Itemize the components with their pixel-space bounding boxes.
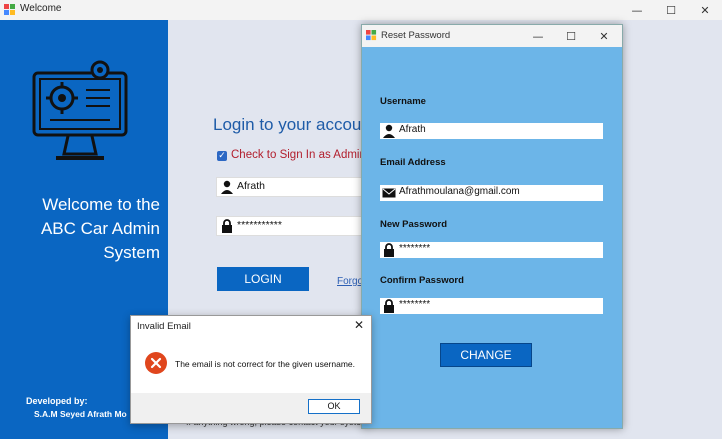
app-icon xyxy=(4,4,15,15)
welcome-text: Welcome to the ABC Car Admin System xyxy=(40,195,160,262)
email-label: Email Address xyxy=(380,157,446,168)
lock-icon xyxy=(384,299,394,313)
dialog-close-button[interactable]: ✕ xyxy=(351,318,367,332)
main-titlebar: Welcome — ☐ ✕ xyxy=(0,0,722,20)
developed-by-label: Developed by: xyxy=(26,396,88,406)
forgot-password-link[interactable]: Forgo xyxy=(337,276,363,287)
admin-check-label[interactable]: Check to Sign In as Admin xyxy=(231,149,366,161)
error-icon xyxy=(145,352,167,374)
confirm-password-label: Confirm Password xyxy=(380,275,464,286)
password-value: *********** xyxy=(237,219,282,231)
confirm-password-field[interactable]: ******** xyxy=(380,298,603,314)
reset-username-field[interactable]: Afrath xyxy=(380,123,603,139)
invalid-email-dialog: Invalid Email ✕ The email is not correct… xyxy=(130,315,372,424)
password-field[interactable]: *********** xyxy=(216,216,378,236)
new-password-label: New Password xyxy=(380,219,448,230)
email-value: Afrathmoulana@gmail.com xyxy=(399,186,520,197)
maximize-button[interactable]: ☐ xyxy=(654,0,688,20)
confirm-password-value: ******** xyxy=(399,299,431,310)
minimize-button[interactable]: — xyxy=(620,0,654,20)
lock-icon xyxy=(222,219,232,233)
reset-close-button[interactable]: ✕ xyxy=(590,27,618,45)
dialog-message: The email is not correct for the given u… xyxy=(175,359,355,369)
new-password-field[interactable]: ******** xyxy=(380,242,603,258)
main-window-title: Welcome xyxy=(20,3,62,14)
reset-username-value: Afrath xyxy=(399,124,426,135)
app-icon xyxy=(366,30,377,41)
change-button[interactable]: CHANGE xyxy=(440,343,532,367)
ok-button[interactable]: OK xyxy=(308,399,360,414)
developer-name: S.A.M Seyed Afrath Mo xyxy=(34,409,127,419)
reset-titlebar: Reset Password — ☐ ✕ xyxy=(362,25,622,47)
user-icon xyxy=(221,180,233,194)
email-field[interactable]: Afrathmoulana@gmail.com xyxy=(380,185,603,201)
new-password-value: ******** xyxy=(399,243,431,254)
reset-password-window: Reset Password — ☐ ✕ Username Afrath Ema… xyxy=(361,24,623,429)
reset-window-title: Reset Password xyxy=(381,30,451,41)
login-button[interactable]: LOGIN xyxy=(217,267,309,291)
dialog-title: Invalid Email xyxy=(137,321,191,332)
close-button[interactable]: ✕ xyxy=(688,0,722,20)
login-title: Login to your accou xyxy=(213,115,362,134)
lock-icon xyxy=(384,243,394,257)
reset-maximize-button[interactable]: ☐ xyxy=(557,27,585,45)
username-field[interactable]: Afrath xyxy=(216,177,378,197)
username-value: Afrath xyxy=(237,180,266,192)
envelope-icon xyxy=(382,188,396,198)
admin-checkbox[interactable]: ✓ xyxy=(217,151,227,161)
dialog-footer: OK xyxy=(131,393,371,423)
computer-gear-icon xyxy=(32,60,128,160)
user-icon xyxy=(383,124,395,138)
reset-username-label: Username xyxy=(380,96,426,107)
reset-minimize-button[interactable]: — xyxy=(524,27,552,45)
